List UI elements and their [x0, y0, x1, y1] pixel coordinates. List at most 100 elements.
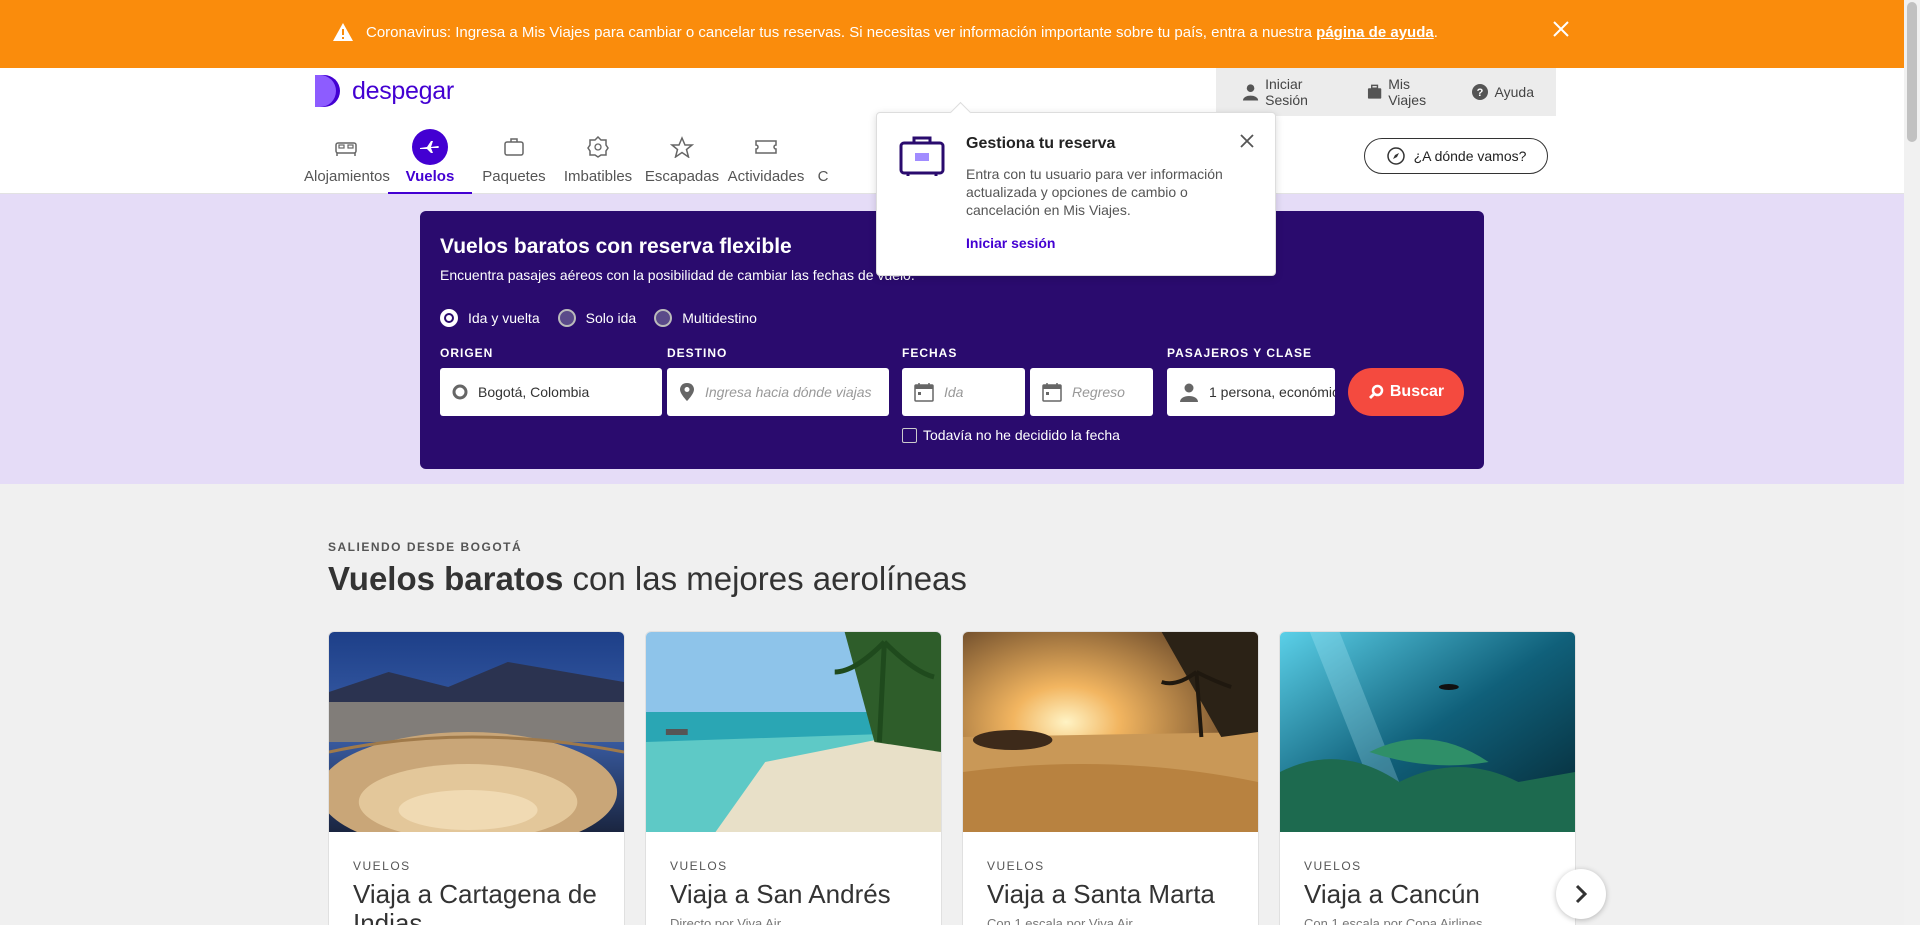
- tab-label: Escapadas: [644, 168, 720, 185]
- help-link[interactable]: ? Ayuda: [1471, 83, 1534, 101]
- close-icon[interactable]: [1239, 133, 1255, 149]
- trip-type-radios: Ida y vuelta Solo ida Multidestino: [440, 309, 775, 327]
- destination-field[interactable]: Ingresa hacia dónde viajas: [667, 368, 889, 416]
- briefcase-icon: [1367, 84, 1382, 99]
- popover-login-link[interactable]: Iniciar sesión: [966, 235, 1055, 251]
- tab-label: Imbatibles: [563, 168, 633, 185]
- close-icon[interactable]: [1550, 18, 1572, 40]
- origin-value: Bogotá, Colombia: [478, 384, 590, 400]
- page-scrollbar[interactable]: [1904, 0, 1920, 925]
- warning-icon: [333, 23, 353, 41]
- popover-text: Entra con tu usuario para ver informació…: [966, 166, 1223, 218]
- passengers-label: PASAJEROS Y CLASE: [1167, 346, 1313, 360]
- radio-round-trip[interactable]: Ida y vuelta: [440, 309, 540, 327]
- tab-label: Alojamientos: [304, 168, 390, 185]
- tab-more[interactable]: C: [808, 130, 838, 194]
- checkbox-box: [902, 427, 917, 443]
- where-to-go-label: ¿A dónde vamos?: [1413, 148, 1527, 164]
- search-icon: [1368, 384, 1384, 399]
- passengers-value: 1 persona, económica: [1209, 384, 1335, 400]
- origin-label: ORIGEN: [440, 346, 494, 360]
- carousel-next-button[interactable]: [1556, 869, 1606, 919]
- alert-message: Coronavirus: Ingresa a Mis Viajes para c…: [366, 24, 1438, 41]
- product-nav: Alojamientos Vuelos Paquetes Imbatibles …: [304, 129, 838, 194]
- user-menu: Iniciar Sesión Mis Viajes ? Ayuda: [1216, 68, 1556, 116]
- suitcase-icon: [504, 138, 524, 156]
- card-tag: VUELOS: [670, 859, 728, 873]
- deal-card-san-andres[interactable]: VUELOS Viaja a San Andrés Directo por Vi…: [645, 631, 942, 925]
- login-label: Iniciar Sesión: [1265, 76, 1308, 108]
- undecided-date-checkbox[interactable]: Todavía no he decidido la fecha: [902, 427, 1120, 443]
- dates-label: FECHAS: [902, 346, 958, 360]
- suitcase-icon: [899, 136, 945, 176]
- bed-icon: [335, 142, 357, 156]
- logo[interactable]: despegar: [312, 74, 454, 108]
- section-eyebrow: SALIENDO DESDE BOGOTÁ: [328, 540, 523, 554]
- return-placeholder: Regreso: [1072, 384, 1125, 400]
- san-andres-photo: [646, 632, 941, 832]
- departure-placeholder: Ida: [944, 384, 964, 400]
- passengers-field[interactable]: 1 persona, económica: [1167, 368, 1335, 416]
- card-title: Viaja a Cancún: [1304, 879, 1480, 909]
- search-title: Vuelos baratos con reserva flexible: [440, 235, 792, 258]
- chevron-right-icon: [1575, 884, 1588, 904]
- deal-card-santa-marta[interactable]: VUELOS Viaja a Santa Marta Con 1 escala …: [962, 631, 1259, 925]
- tab-vuelos[interactable]: Vuelos: [388, 129, 472, 194]
- manage-booking-popover: Gestiona tu reserva Entra con tu usuario…: [876, 112, 1276, 276]
- tab-paquetes[interactable]: Paquetes: [472, 130, 556, 194]
- user-icon: [1242, 84, 1259, 101]
- help-page-link[interactable]: página de ayuda: [1316, 24, 1434, 41]
- card-tag: VUELOS: [1304, 859, 1362, 873]
- section-title-bold: Vuelos baratos: [328, 560, 564, 597]
- santa-marta-photo: [963, 632, 1258, 832]
- radio-multi-destination[interactable]: Multidestino: [654, 309, 757, 327]
- help-label: Ayuda: [1494, 84, 1534, 100]
- departure-date-field[interactable]: Ida: [902, 368, 1025, 416]
- card-subtitle: Directo por Viva Air: [670, 916, 782, 925]
- popover-title: Gestiona tu reserva: [966, 135, 1116, 152]
- tab-label: Vuelos: [405, 168, 455, 185]
- logo-text: despegar: [352, 76, 454, 105]
- calendar-icon: [1042, 383, 1062, 402]
- my-trips-link[interactable]: Mis Viajes: [1367, 76, 1449, 108]
- calendar-icon: [914, 383, 934, 402]
- origin-circle-icon: [452, 384, 468, 400]
- return-date-field[interactable]: Regreso: [1030, 368, 1153, 416]
- tab-alojamientos[interactable]: Alojamientos: [304, 130, 390, 194]
- ticket-icon: [755, 140, 777, 154]
- search-button-label: Buscar: [1389, 383, 1445, 400]
- my-trips-label: Mis Viajes: [1388, 76, 1427, 108]
- where-to-go-button[interactable]: ¿A dónde vamos?: [1364, 138, 1548, 174]
- radio-label: Multidestino: [682, 310, 757, 326]
- card-title: Viaja a Santa Marta: [987, 879, 1215, 909]
- deal-card-cartagena[interactable]: VUELOS Viaja a Cartagena de Indias: [328, 631, 625, 925]
- covid-alert-banner: Coronavirus: Ingresa a Mis Viajes para c…: [0, 0, 1904, 68]
- location-pin-icon: [680, 383, 694, 401]
- section-title: Vuelos baratos con las mejores aerolínea…: [328, 560, 967, 598]
- cartagena-photo: [329, 632, 624, 852]
- despegar-logo-icon: [315, 75, 340, 107]
- radio-one-way[interactable]: Solo ida: [557, 309, 636, 327]
- card-title: Viaja a Cartagena de Indias: [353, 879, 597, 925]
- tab-actividades[interactable]: Actividades: [724, 130, 808, 194]
- destination-label: DESTINO: [667, 346, 728, 360]
- scrollbar-thumb[interactable]: [1907, 2, 1917, 142]
- tab-label: Actividades: [727, 168, 805, 185]
- tab-escapadas[interactable]: Escapadas: [640, 130, 724, 194]
- tab-imbatibles[interactable]: Imbatibles: [556, 130, 640, 194]
- card-tag: VUELOS: [353, 859, 411, 873]
- section-title-rest: con las mejores aerolíneas: [563, 560, 967, 597]
- origin-field[interactable]: Bogotá, Colombia: [440, 368, 662, 416]
- search-button[interactable]: Buscar: [1348, 368, 1464, 416]
- card-title: Viaja a San Andrés: [670, 879, 891, 909]
- search-subtitle: Encuentra pasajes aéreos con la posibili…: [440, 267, 915, 283]
- badge-icon: [587, 136, 609, 158]
- help-icon: ?: [1471, 84, 1488, 100]
- plane-icon: [420, 141, 439, 153]
- card-tag: VUELOS: [987, 859, 1045, 873]
- compass-icon: [1386, 147, 1405, 165]
- deal-card-cancun[interactable]: VUELOS Viaja a Cancún Con 1 escala por C…: [1279, 631, 1576, 925]
- login-link[interactable]: Iniciar Sesión: [1242, 76, 1345, 108]
- star-icon: [670, 136, 694, 158]
- radio-label: Ida y vuelta: [468, 310, 540, 326]
